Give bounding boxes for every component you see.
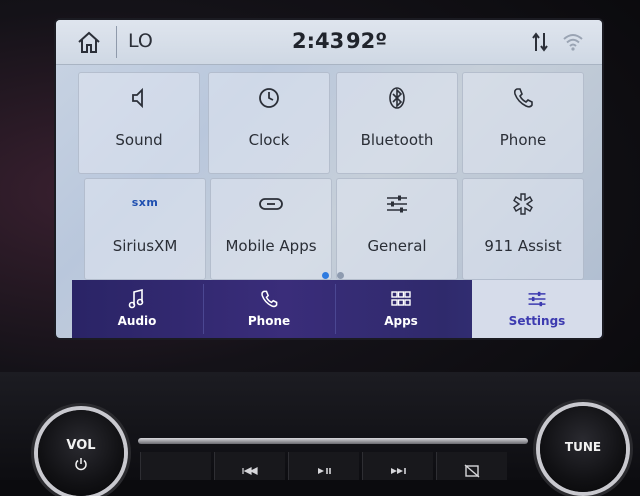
home-icon: [78, 31, 100, 53]
bottom-navigation: Audio Phone Apps Settings: [72, 280, 602, 338]
tile-phone[interactable]: Phone: [462, 72, 584, 174]
volume-knob[interactable]: VOL: [38, 410, 124, 496]
music-note-icon: [128, 288, 144, 309]
settings-grid: Sound Clock Bluetooth Phone sxm SiriusXM…: [70, 72, 602, 282]
tile-label: Bluetooth: [360, 131, 434, 149]
tile-label: Clock: [248, 131, 290, 149]
status-bar: LO 2:43 92º: [56, 20, 602, 65]
console-trim: [138, 438, 528, 444]
tile-general[interactable]: General: [336, 178, 458, 280]
tile-911-assist[interactable]: 911 Assist: [462, 178, 584, 280]
tile-label: General: [367, 237, 427, 255]
infotainment-screen: LO 2:43 92º Sound Clock Bluetooth Phone …: [56, 20, 602, 338]
hw-sliders-button[interactable]: [140, 452, 211, 480]
nav-label: Phone: [247, 314, 291, 328]
apps-grid-icon: [391, 291, 411, 306]
sliders-icon: [387, 195, 407, 213]
hw-seek-forward-button[interactable]: [362, 452, 433, 480]
seek-back-icon: [242, 467, 258, 475]
tile-label: Phone: [499, 131, 547, 149]
tune-label: TUNE: [564, 440, 602, 454]
nav-label: Apps: [384, 314, 418, 328]
page-dot: [337, 272, 344, 279]
sxm-icon: sxm: [131, 196, 159, 209]
tile-label: 911 Assist: [484, 237, 562, 255]
volume-label: VOL: [66, 438, 96, 453]
bluetooth-icon: [389, 87, 405, 109]
display-off-icon: [464, 464, 480, 478]
climate-setting[interactable]: LO: [128, 30, 153, 52]
hw-play-pause-button[interactable]: [288, 452, 359, 480]
hardware-buttons: [140, 452, 530, 480]
phone-icon: [261, 290, 278, 308]
page-dot-active: [322, 272, 329, 279]
nav-settings[interactable]: Settings: [472, 280, 602, 338]
nav-audio[interactable]: Audio: [72, 280, 202, 338]
sliders-icon: [528, 291, 546, 307]
home-button[interactable]: [74, 29, 104, 55]
nav-apps[interactable]: Apps: [336, 280, 466, 338]
link-icon: [259, 198, 283, 210]
tile-siriusxm[interactable]: sxm SiriusXM: [84, 178, 206, 280]
power-icon: [38, 456, 124, 475]
phone-icon: [513, 88, 533, 108]
tile-label: Sound: [115, 131, 163, 149]
tune-knob[interactable]: TUNE: [540, 406, 626, 492]
data-transfer-icon: [532, 29, 548, 55]
clock-time: 2:43: [292, 29, 345, 53]
wifi-icon: [562, 30, 584, 52]
tile-label: Mobile Apps: [225, 237, 317, 255]
speaker-icon: [132, 87, 143, 109]
clock-icon: [259, 88, 279, 108]
tile-label: SiriusXM: [112, 237, 178, 255]
tile-clock[interactable]: Clock: [208, 72, 330, 174]
play-pause-icon: [318, 468, 331, 474]
outside-temperature: 92º: [346, 29, 388, 53]
seek-forward-icon: [391, 468, 406, 474]
hw-display-off-button[interactable]: [436, 452, 507, 480]
tile-bluetooth[interactable]: Bluetooth: [336, 72, 458, 174]
nav-label: Settings: [508, 314, 566, 328]
hw-seek-back-button[interactable]: [214, 452, 285, 480]
nav-phone[interactable]: Phone: [204, 280, 334, 338]
tile-sound[interactable]: Sound: [78, 72, 200, 174]
nav-label: Audio: [117, 314, 157, 328]
status-separator: [116, 26, 117, 58]
tile-mobile-apps[interactable]: Mobile Apps: [210, 178, 332, 280]
emergency-icon: [513, 193, 533, 215]
